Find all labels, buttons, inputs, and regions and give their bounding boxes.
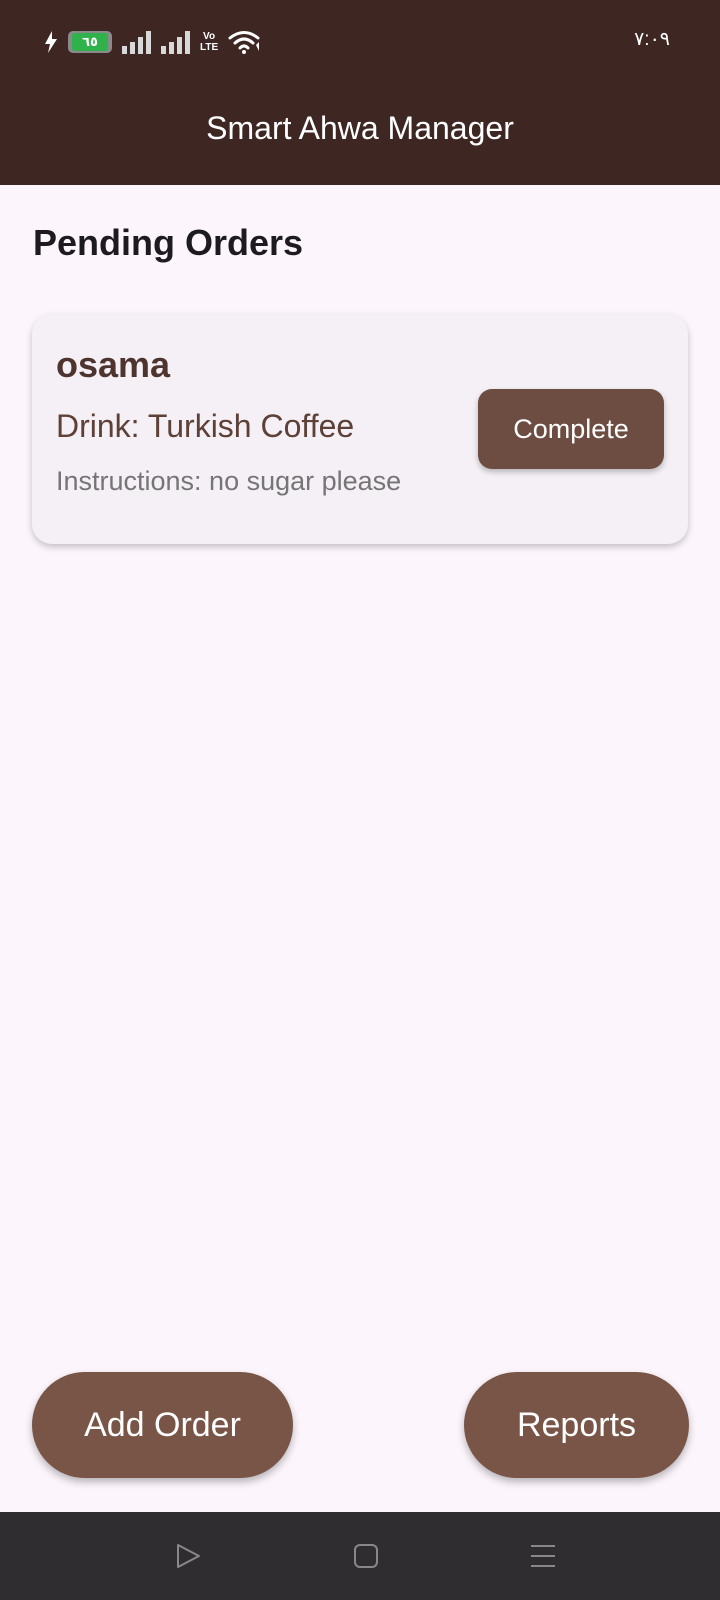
reports-button[interactable]: Reports [464, 1372, 689, 1478]
back-icon[interactable] [172, 1540, 204, 1572]
recents-icon[interactable] [527, 1540, 559, 1572]
status-icons: ٦٥ Vo LTE [44, 27, 262, 57]
status-time: ٧:٠٩ [634, 29, 670, 50]
app-title: Smart Ahwa Manager [206, 110, 514, 146]
volte-label-bottom: LTE [200, 42, 219, 53]
wifi-icon [228, 31, 260, 54]
signal-icon [161, 30, 190, 54]
order-instructions: Instructions: no sugar please [56, 466, 402, 496]
order-card: osama Drink: Turkish Coffee Instructions… [32, 314, 688, 544]
system-navigation-bar [0, 1512, 720, 1600]
section-title: Pending Orders [33, 222, 304, 263]
status-bar: ٦٥ Vo LTE ٧:٠٩ [0, 0, 720, 86]
charging-icon [45, 31, 57, 53]
add-order-button[interactable]: Add Order [32, 1372, 293, 1478]
volte-label-top: Vo [203, 31, 216, 42]
battery-level: ٦٥ [82, 34, 98, 49]
signal-icon [122, 30, 151, 54]
complete-order-button[interactable]: Complete [478, 389, 664, 469]
volte-icon: Vo LTE [200, 31, 218, 53]
order-drink: Drink: Turkish Coffee [56, 408, 355, 444]
app-bar: Smart Ahwa Manager [0, 86, 720, 185]
home-icon[interactable] [350, 1540, 382, 1572]
order-customer-name: osama [56, 344, 171, 385]
battery-icon: ٦٥ [68, 31, 112, 53]
